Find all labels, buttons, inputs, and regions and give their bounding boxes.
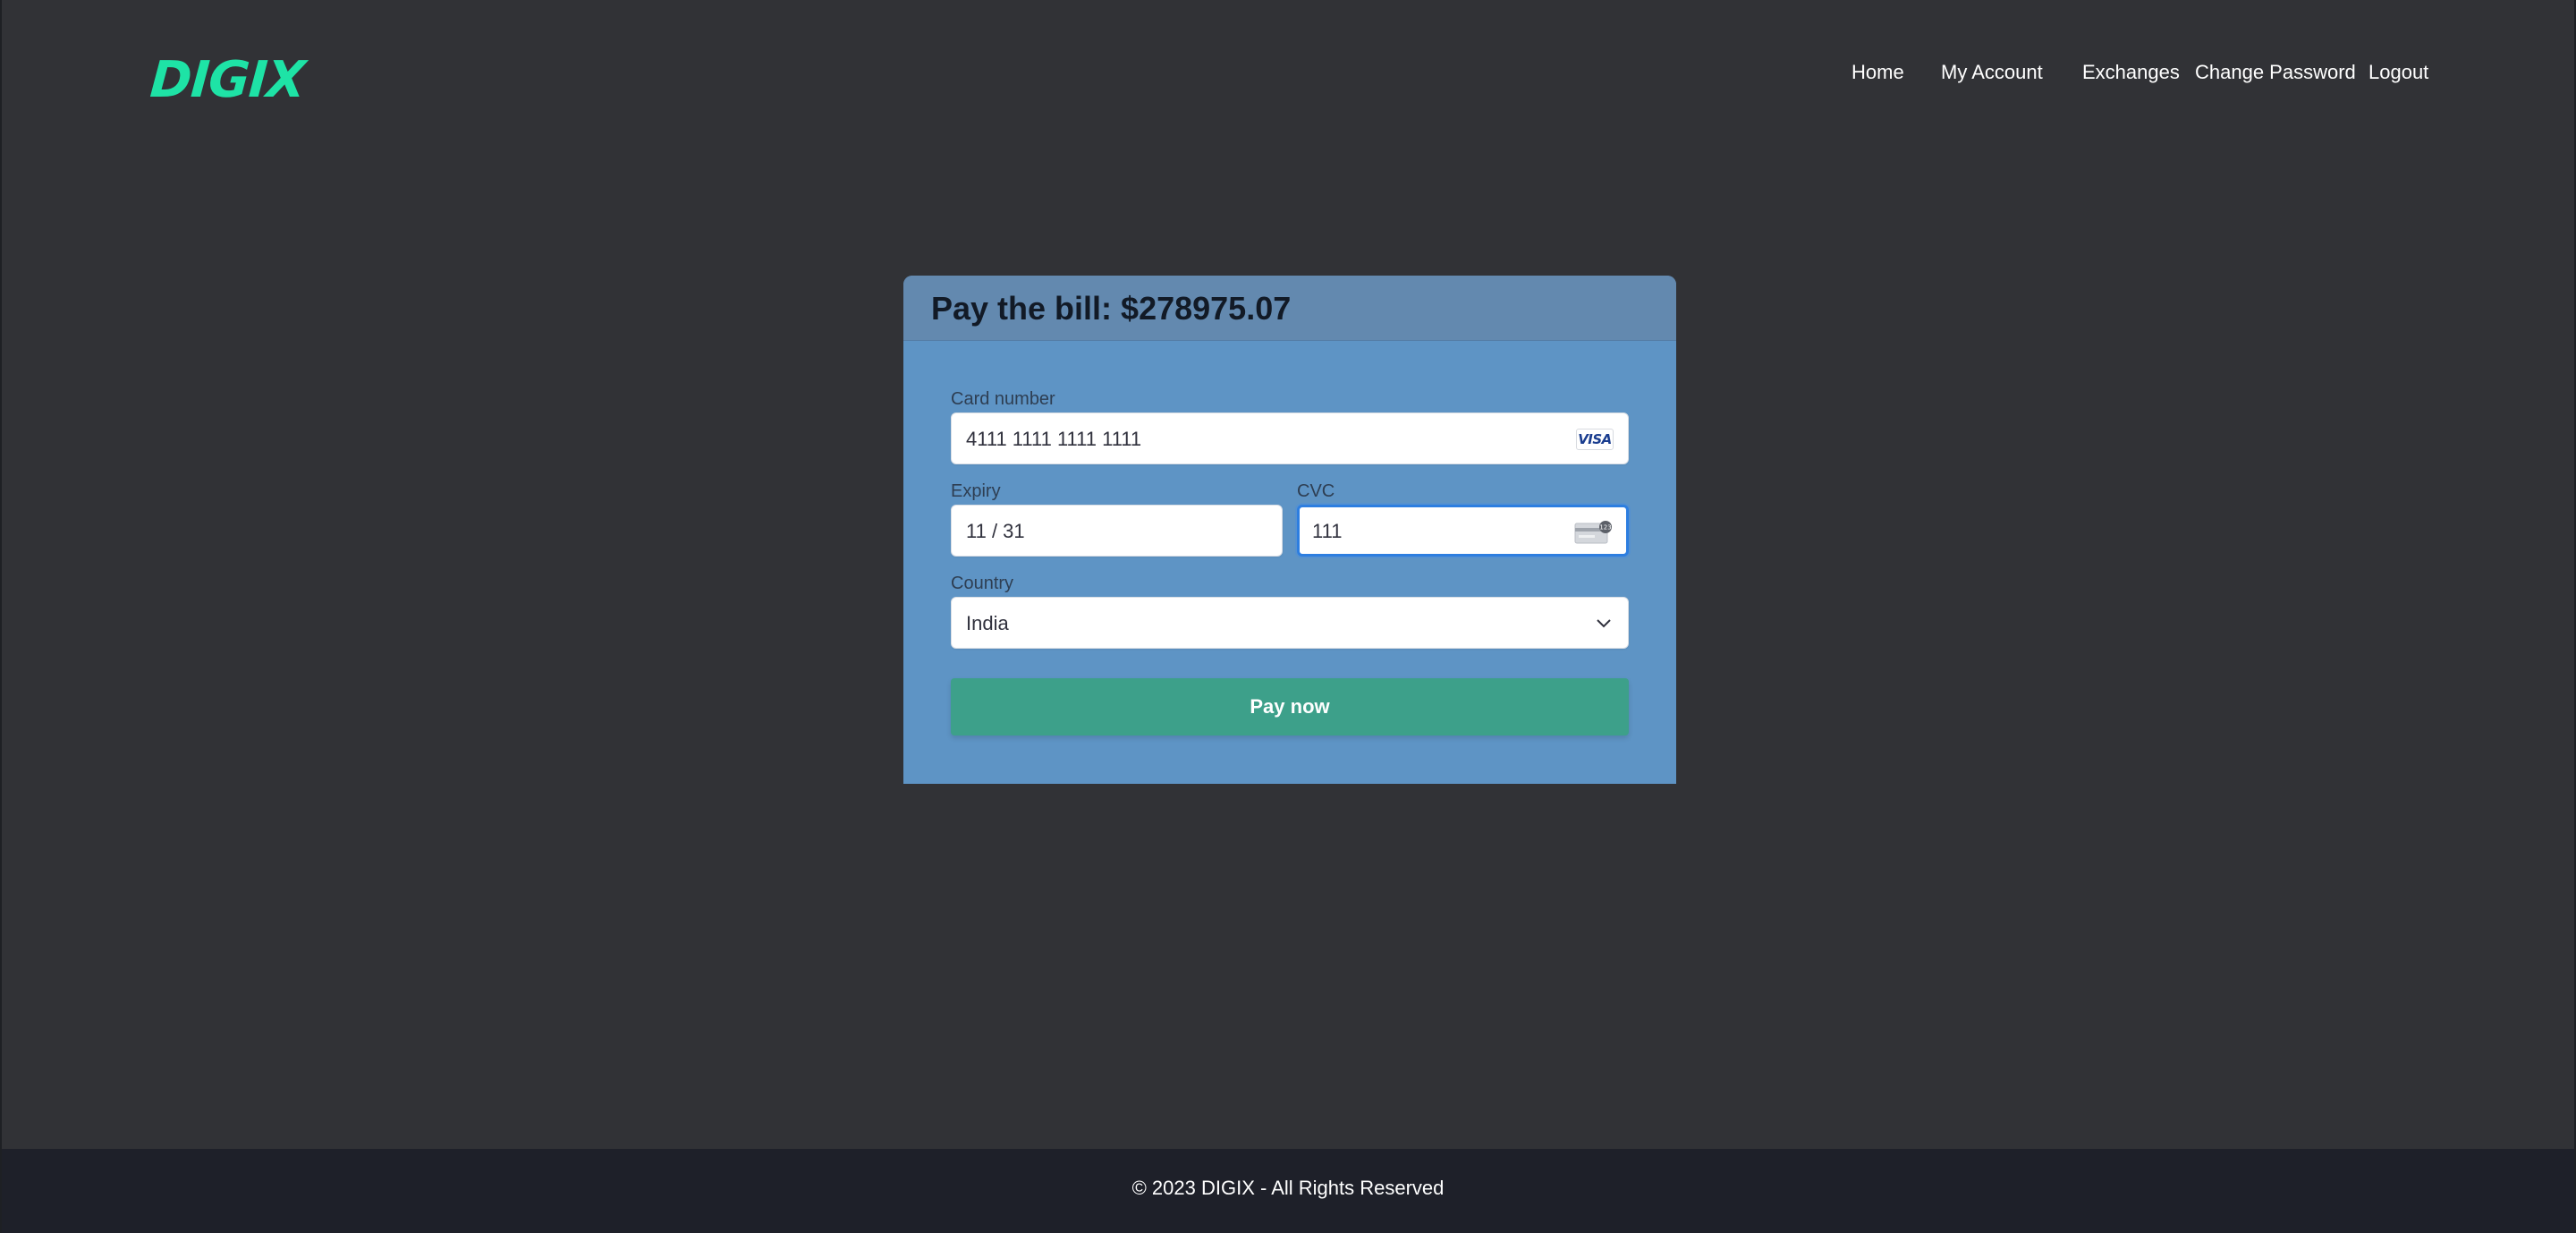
- site-footer: © 2023 DIGIX - All Rights Reserved: [2, 1149, 2574, 1233]
- country-select[interactable]: India: [951, 597, 1629, 649]
- copyright-text: © 2023 DIGIX - All Rights Reserved: [1131, 1177, 1445, 1199]
- svg-text:123: 123: [1599, 524, 1611, 531]
- main-nav: Home My Account Exchanges Change Passwor…: [2, 59, 2574, 86]
- expiry-value: 11 / 31: [966, 520, 1025, 542]
- bill-title: Pay the bill: $278975.07: [931, 290, 1292, 327]
- cvc-label: CVC: [1297, 481, 1335, 501]
- card-number-input[interactable]: 4111 1111 1111 1111 VISA: [951, 412, 1629, 464]
- cvc-value: 111: [1312, 520, 1343, 542]
- payment-card: Pay the bill: $278975.07 Card number 411…: [903, 276, 1676, 784]
- cvc-card-icon: 123: [1574, 521, 1612, 544]
- site-header: DIGIX Home My Account Exchanges Change P…: [2, 0, 2574, 152]
- nav-change-password-link[interactable]: Change Password: [2195, 59, 2356, 86]
- nav-exchanges-link[interactable]: Exchanges: [2082, 59, 2180, 86]
- nav-logout-link[interactable]: Logout: [2368, 59, 2428, 86]
- visa-icon: VISA: [1576, 429, 1614, 450]
- pay-now-button[interactable]: Pay now: [951, 678, 1629, 736]
- expiry-input[interactable]: 11 / 31: [951, 505, 1283, 557]
- country-value: India: [966, 612, 1009, 634]
- card-number-value: 4111 1111 1111 1111: [966, 428, 1142, 450]
- payment-card-header: Pay the bill: $278975.07: [903, 276, 1676, 341]
- expiry-label: Expiry: [951, 481, 1001, 501]
- country-label: Country: [951, 574, 1014, 593]
- nav-my-account-link[interactable]: My Account: [1941, 59, 2043, 86]
- card-number-label: Card number: [951, 389, 1055, 409]
- nav-home-link[interactable]: Home: [1852, 59, 1904, 86]
- chevron-down-icon: [1597, 619, 1611, 628]
- cvc-input[interactable]: 111 123: [1297, 505, 1629, 557]
